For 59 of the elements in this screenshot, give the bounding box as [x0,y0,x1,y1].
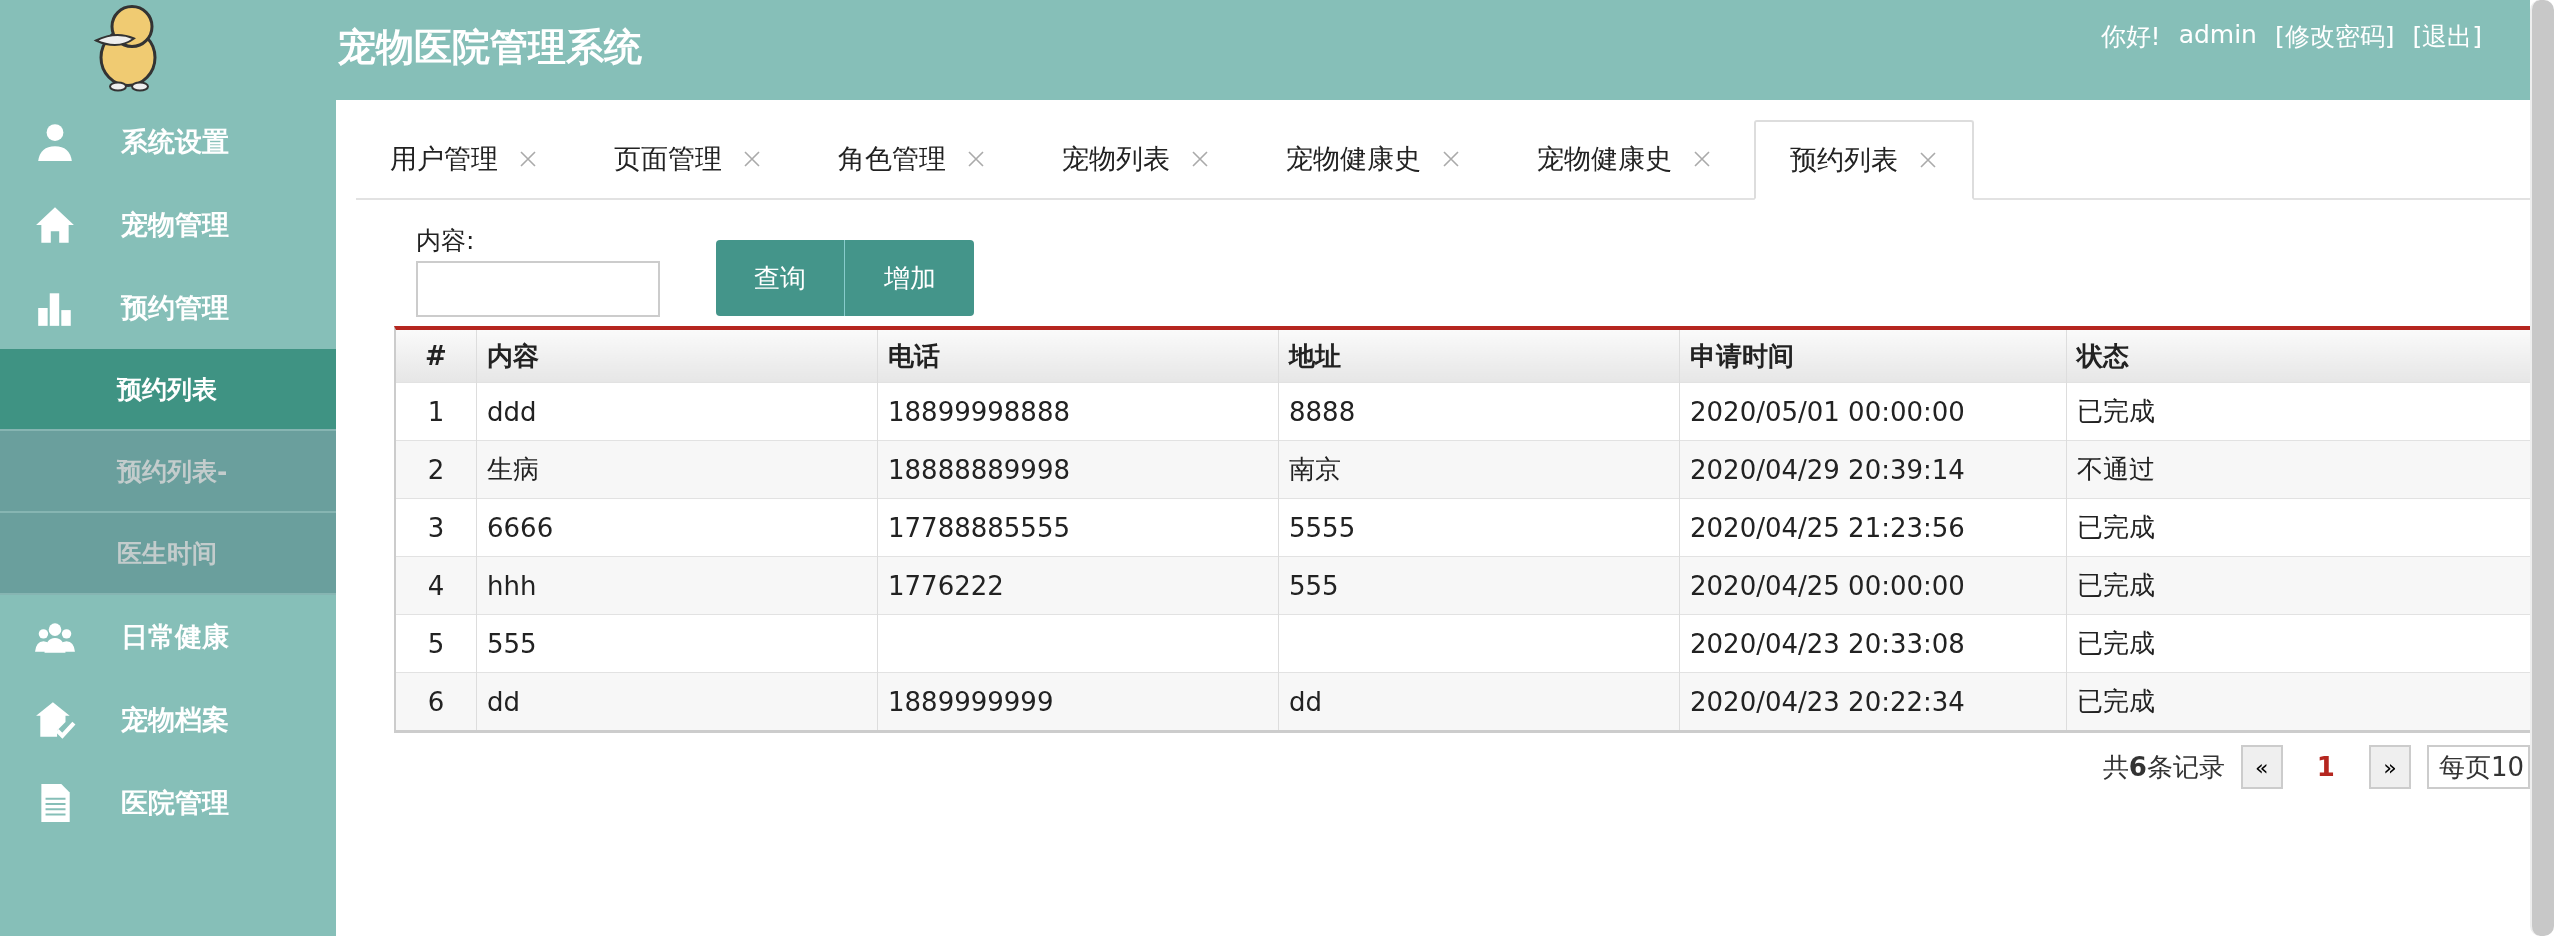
table-cell: 2020/04/25 00:00:00 [1679,556,2067,615]
table-cell: 不通过 [2066,440,2530,499]
scrollbar[interactable] [2530,0,2554,936]
table-cell: dd [476,672,878,730]
table-cell: 生病 [476,440,878,499]
table-cell: 已完成 [2066,672,2530,730]
table-cell: 555 [1278,556,1680,615]
tab[interactable]: 预约列表 [1754,120,1974,200]
tab[interactable]: 角色管理 [804,120,1020,198]
tab-label[interactable]: 宠物健康史 [1286,141,1421,177]
greeting-text: 你好! [2100,21,2161,53]
close-icon[interactable] [1918,150,1938,170]
table-cell: 已完成 [2066,556,2530,615]
column-header: # [396,330,477,383]
column-header: 状态 [2066,330,2530,383]
tab[interactable]: 宠物健康史 [1503,120,1746,198]
table-cell: 6 [396,672,477,730]
app-title: 宠物医院管理系统 [338,24,642,71]
table-cell: 1776222 [877,556,1279,615]
tab[interactable]: 页面管理 [580,120,796,198]
column-header: 内容 [476,330,878,383]
table-cell: 18888889998 [877,440,1279,499]
close-icon[interactable] [1190,149,1210,169]
close-icon[interactable] [742,149,762,169]
table-cell: 南京 [1278,440,1680,499]
tab-label[interactable]: 宠物列表 [1062,141,1170,177]
table-cell: hhh [476,556,878,615]
tab[interactable]: 用户管理 [356,120,572,198]
table-cell: 2020/04/23 20:22:34 [1679,672,2067,730]
close-icon[interactable] [1441,149,1461,169]
tab-label[interactable]: 宠物健康史 [1537,141,1672,177]
record-count-text: 共6条记录 [2102,750,2225,784]
field-label: 内容: [416,225,476,257]
tab[interactable]: 宠物列表 [1028,120,1244,198]
close-icon[interactable] [1692,149,1712,169]
table-cell: 1889999999 [877,672,1279,730]
username-text: admin [2178,20,2257,51]
tab-label[interactable]: 用户管理 [390,141,498,177]
table-cell: 2020/04/29 20:39:14 [1679,440,2067,499]
table-cell: 4 [396,556,477,615]
tab[interactable]: 宠物健康史 [1252,120,1495,198]
action-button[interactable]: 增加 [845,240,974,316]
page-number[interactable]: 1 [2298,752,2353,782]
column-header: 申请时间 [1679,330,2067,383]
content-input-field[interactable] [416,261,660,317]
page-size-select[interactable]: 每页10 [2426,745,2530,789]
action-button[interactable]: 查询 [716,240,845,316]
column-header: 电话 [877,330,1279,383]
tab-label[interactable]: 预约列表 [1790,142,1898,178]
next-page-button[interactable]: » [2368,745,2411,789]
submenu-item[interactable]: 预约列表 [0,349,336,431]
previous-page-button[interactable]: « [2240,745,2283,789]
table-cell: dd [1278,672,1680,730]
close-icon[interactable] [966,149,986,169]
table-cell: 2 [396,440,477,499]
close-icon[interactable] [518,149,538,169]
column-header: 地址 [1278,330,1680,383]
tab-label[interactable]: 角色管理 [838,141,946,177]
tab-label[interactable]: 页面管理 [614,141,722,177]
